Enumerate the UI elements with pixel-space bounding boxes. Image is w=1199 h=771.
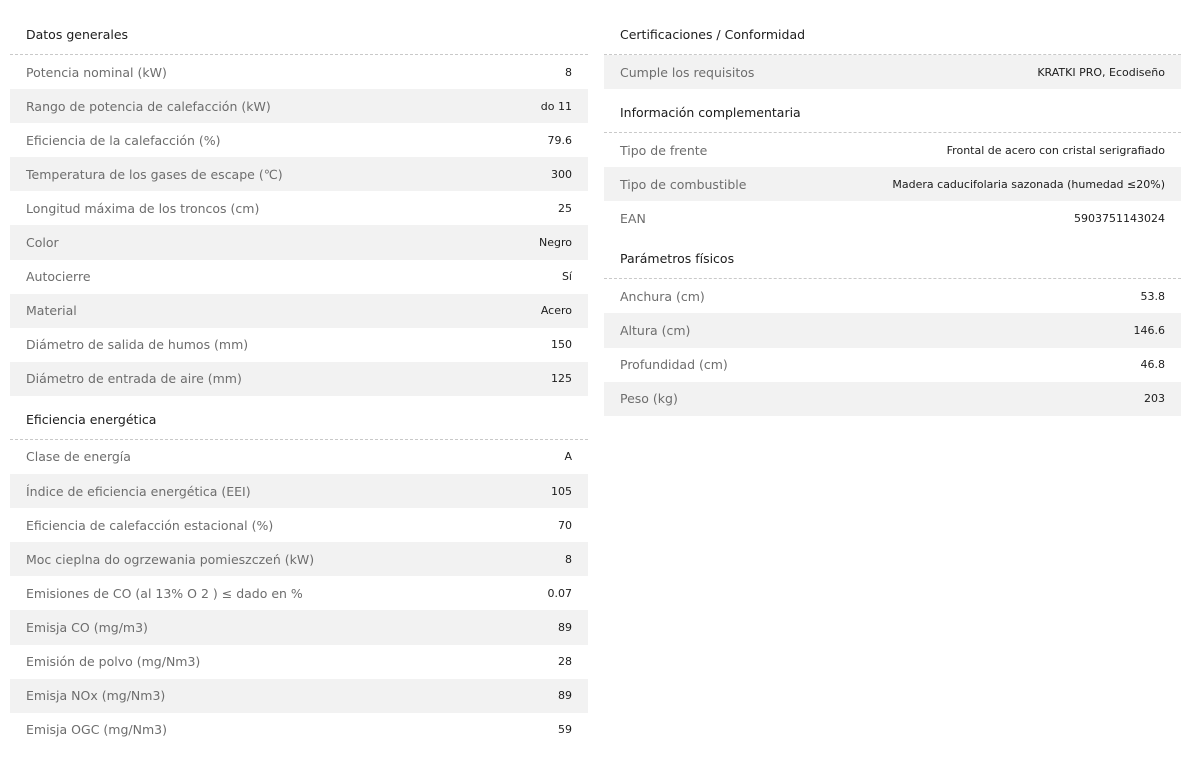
spec-value: 125 <box>551 372 572 386</box>
section-title-physical-params: Parámetros físicos <box>604 241 1181 280</box>
spec-label: Diámetro de entrada de aire (mm) <box>26 371 242 387</box>
spec-row: Eficiencia de la calefacción (%) 79.6 <box>10 123 588 157</box>
spec-value: 79.6 <box>547 133 573 147</box>
spec-value: Madera caducifolaria sazonada (humedad ≤… <box>892 177 1165 191</box>
spec-label: Peso (kg) <box>620 391 678 407</box>
spec-row: Color Negro <box>10 225 588 260</box>
spec-row: Longitud máxima de los troncos (cm) 25 <box>10 191 588 225</box>
spec-label: Potencia nominal (kW) <box>26 64 167 80</box>
spec-value: 59 <box>558 723 572 737</box>
spec-row: Eficiencia de calefacción estacional (%)… <box>10 508 588 542</box>
spec-label: Tipo de combustible <box>620 176 747 192</box>
spec-row: Altura (cm) 146.6 <box>604 313 1181 348</box>
spec-label: Material <box>26 303 77 319</box>
spec-label: Eficiencia de calefacción estacional (%) <box>26 517 274 533</box>
section-general: Datos generales Potencia nominal (kW) 8 R… <box>10 17 588 396</box>
spec-label: Cumple los requisitos <box>620 64 755 80</box>
spec-row: Emisja NOx (mg/Nm3) 89 <box>10 678 588 713</box>
spec-value: Negro <box>539 236 572 250</box>
spec-row: Moc cieplna do ogrzewania pomieszczeń (k… <box>10 542 588 577</box>
spec-row: Emisiones de CO (al 13% O 2 ) ≤ dado en … <box>10 576 588 610</box>
spec-row: Anchura (cm) 53.8 <box>604 279 1181 313</box>
spec-value: Sí <box>561 270 572 284</box>
spec-row: Índice de eficiencia energética (EEI) 105 <box>10 474 588 509</box>
spec-label: Diámetro de salida de humos (mm) <box>26 337 249 353</box>
spec-value: KRATKI PRO, Ecodiseño <box>1037 65 1165 79</box>
spec-value: 8 <box>565 552 572 566</box>
spec-row: Emisja OGC (mg/Nm3) 59 <box>10 713 588 747</box>
left-column: Datos generales Potencia nominal (kW) 8 R… <box>10 17 588 747</box>
section-physical-params: Parámetros físicos Anchura (cm) 53.8 Altu… <box>604 241 1181 416</box>
spec-value: A <box>564 450 572 464</box>
spec-label: Emisiones de CO (al 13% O 2 ) ≤ dado en … <box>26 585 303 601</box>
spec-label: Emisión de polvo (mg/Nm3) <box>26 654 201 670</box>
spec-value: Frontal de acero con cristal serigrafiad… <box>946 143 1165 157</box>
spec-row: Clase de energía A <box>10 440 588 474</box>
spec-label: Emisja NOx (mg/Nm3) <box>26 688 166 704</box>
spec-row: Profundidad (cm) 46.8 <box>604 348 1181 382</box>
spec-row: Temperatura de los gases de escape (℃) 30… <box>10 157 588 192</box>
spec-value: 5903751143024 <box>1074 211 1165 225</box>
spec-value: 70 <box>558 518 572 532</box>
section-energy: Eficiencia energética Clase de energía A … <box>10 402 588 747</box>
spec-table-page: Datos generales Potencia nominal (kW) 8 R… <box>0 0 1199 771</box>
spec-label: Eficiencia de la calefacción (%) <box>26 132 221 148</box>
spec-label: Autocierre <box>26 269 91 285</box>
section-title-general: Datos generales <box>10 17 588 55</box>
spec-value: 150 <box>551 338 572 352</box>
spec-value: 89 <box>558 620 572 634</box>
spec-label: Índice de eficiencia energética (EEI) <box>26 483 251 499</box>
spec-value: 300 <box>551 167 572 181</box>
spec-row: EAN 5903751143024 <box>604 201 1181 235</box>
spec-row: Autocierre Sí <box>10 260 588 294</box>
spec-row: Potencia nominal (kW) 8 <box>10 55 588 89</box>
section-title-energy: Eficiencia energética <box>10 402 588 440</box>
spec-value: Acero <box>540 304 572 318</box>
spec-label: Emisja CO (mg/m3) <box>26 619 148 635</box>
spec-row: Rango de potencia de calefacción (kW) do … <box>10 89 588 124</box>
spec-value: 105 <box>551 484 572 498</box>
spec-value: 203 <box>1144 392 1165 406</box>
spec-row: Tipo de combustible Madera caducifolaria … <box>604 167 1181 202</box>
spec-value: do 11 <box>540 99 572 113</box>
section-title-certifications: Certificaciones / Conformidad <box>604 17 1181 55</box>
spec-label: Color <box>26 235 59 251</box>
spec-value: 25 <box>558 201 572 215</box>
section-certifications: Certificaciones / Conformidad Cumple los… <box>604 17 1181 90</box>
spec-value: 53.8 <box>1140 289 1166 303</box>
spec-label: Altura (cm) <box>620 323 691 339</box>
spec-row: Material Acero <box>10 293 588 328</box>
spec-row: Diámetro de entrada de aire (mm) 125 <box>10 361 588 396</box>
spec-value: 28 <box>558 655 572 669</box>
spec-label: Anchura (cm) <box>620 288 705 304</box>
spec-label: Tipo de frente <box>620 142 708 158</box>
spec-row: Emisión de polvo (mg/Nm3) 28 <box>10 645 588 679</box>
spec-label: EAN <box>620 210 646 226</box>
spec-value: 46.8 <box>1140 358 1166 372</box>
spec-label: Moc cieplna do ogrzewania pomieszczeń (k… <box>26 551 315 567</box>
spec-label: Emisja OGC (mg/Nm3) <box>26 722 167 738</box>
spec-value: 8 <box>565 65 572 79</box>
spec-value: 89 <box>558 689 572 703</box>
spec-row: Peso (kg) 203 <box>604 381 1181 416</box>
spec-label: Rango de potencia de calefacción (kW) <box>26 98 271 114</box>
spec-value: 0.07 <box>547 586 573 600</box>
spec-row: Tipo de frente Frontal de acero con crist… <box>604 133 1181 167</box>
spec-label: Profundidad (cm) <box>620 357 728 373</box>
spec-label: Temperatura de los gases de escape (℃) <box>26 166 283 182</box>
right-column: Certificaciones / Conformidad Cumple los… <box>604 17 1181 416</box>
spec-value: 146.6 <box>1133 324 1166 338</box>
section-additional-info: Información complementaria Tipo de frent… <box>604 95 1181 235</box>
spec-row: Cumple los requisitos KRATKI PRO, Ecodise… <box>604 55 1181 90</box>
section-title-additional-info: Información complementaria <box>604 95 1181 134</box>
spec-row: Emisja CO (mg/m3) 89 <box>10 610 588 645</box>
spec-label: Clase de energía <box>26 449 131 465</box>
spec-label: Longitud máxima de los troncos (cm) <box>26 200 260 216</box>
spec-row: Diámetro de salida de humos (mm) 150 <box>10 328 588 362</box>
